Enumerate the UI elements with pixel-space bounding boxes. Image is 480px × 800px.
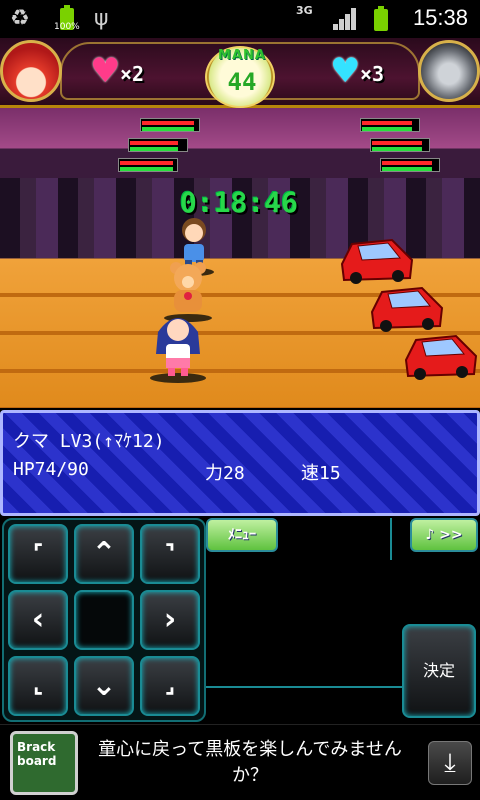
music-button[interactable]: ♪ >>: [410, 518, 478, 552]
ally-gauge: [128, 138, 188, 152]
decide-button[interactable]: 決定: [402, 624, 476, 718]
status-bar: ♻ 100% ψ 3G 15:38: [0, 0, 480, 38]
dpad-left-button[interactable]: ‹: [8, 590, 68, 650]
divider-line: [206, 686, 402, 688]
dpad-center: [74, 590, 134, 650]
red-car-enemy: [404, 334, 478, 380]
character-power: 力28: [205, 463, 245, 484]
dpad-up-left-button[interactable]: ⌜: [8, 524, 68, 584]
dpad-down-left-button[interactable]: ⌞: [8, 656, 68, 716]
character-hp: HP74/90: [13, 459, 89, 480]
mana-label: MANA: [218, 48, 266, 63]
character-info-panel: クマ LV3(↑ﾏｹ12) HP74/90 力28 速15: [0, 410, 480, 516]
ad-text[interactable]: 童心に戻って黒板を楽しんでみませんか？: [90, 737, 410, 789]
character-name-level: クマ LV3(↑ﾏｹ12): [13, 431, 165, 452]
player-avatar: [0, 40, 62, 102]
mana-value: 44: [227, 68, 257, 96]
battery-icon: [374, 6, 388, 31]
ally-gauge: [118, 158, 178, 172]
dpad-right-button[interactable]: ›: [140, 590, 200, 650]
dpad-down-button[interactable]: ⌄: [74, 656, 134, 716]
divider-line: [390, 518, 392, 560]
character-speed: 速15: [301, 463, 341, 484]
battle-scene: 0:18:46: [0, 108, 480, 408]
dpad-up-right-button[interactable]: ⌝: [140, 524, 200, 584]
ad-logo-text: Brack board: [17, 740, 57, 768]
enemy-avatar-knight: [418, 40, 480, 102]
enemy-gauge: [370, 138, 430, 152]
clock: 15:38: [412, 5, 468, 30]
network-3g-icon: 3G: [296, 4, 313, 17]
player-lives: ×2: [120, 62, 145, 86]
usb-icon: ψ: [94, 6, 109, 31]
recycle-icon: ♻: [10, 6, 30, 31]
girl-character: [150, 318, 206, 383]
dpad-up-button[interactable]: ⌃: [74, 524, 134, 584]
ally-gauge: [140, 118, 200, 132]
ad-app-logo[interactable]: Brack board: [10, 731, 78, 795]
signal-icon: [333, 8, 357, 30]
menu-button[interactable]: ﾒﾆｭｰ: [206, 518, 278, 552]
battery-percent: 100%: [54, 22, 80, 32]
cyan-heart-icon: ♥: [330, 51, 361, 91]
download-icon[interactable]: ⤓: [428, 741, 472, 785]
dpad-down-right-button[interactable]: ⌟: [140, 656, 200, 716]
ad-banner[interactable]: Brack board 童心に戻って黒板を楽しんでみませんか？ ⤓: [0, 724, 480, 800]
controls-area: ⌜ ⌃ ⌝ ‹ › ⌞ ⌄ ⌟ ﾒﾆｭｰ ♪ >> 決定: [0, 516, 480, 724]
mana-orb: MANA 44: [205, 46, 275, 108]
enemy-gauge: [380, 158, 440, 172]
enemy-gauge: [360, 118, 420, 132]
dpad: ⌜ ⌃ ⌝ ‹ › ⌞ ⌄ ⌟: [2, 518, 206, 722]
pink-heart-icon: ♥: [90, 51, 121, 91]
enemy-lives: ×3: [360, 62, 385, 86]
game-hud: ♥ ×2 MANA 44 ♥ ×3: [0, 38, 480, 108]
